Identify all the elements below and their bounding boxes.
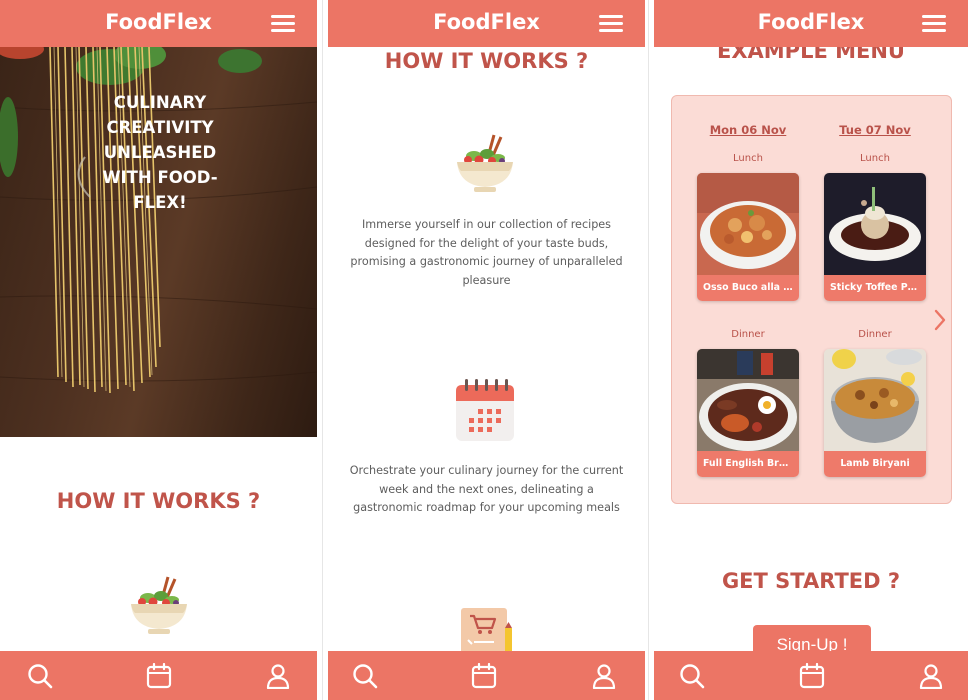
meal-label-lunch: Lunch (860, 153, 890, 164)
calendar-icon[interactable] (471, 663, 497, 689)
meal-label-dinner: Dinner (731, 329, 765, 340)
meal-label-lunch: Lunch (733, 153, 763, 164)
day-header-mon[interactable]: Mon 06 Nov (693, 123, 803, 137)
search-icon[interactable] (679, 663, 705, 689)
meal-label-dinner: Dinner (858, 329, 892, 340)
shopping-list-icon (461, 608, 512, 656)
brand-logo[interactable]: FoodFlex (0, 10, 317, 34)
search-icon[interactable] (27, 663, 53, 689)
calendar-illustration-icon (456, 379, 514, 441)
salad-bowl-icon (457, 134, 513, 192)
top-app-bar: FoodFlex (654, 0, 968, 47)
dish-photo (824, 349, 926, 453)
dish-photo (697, 173, 799, 277)
dish-name: Sticky Toffee Pu... (824, 275, 926, 301)
dish-photo (824, 173, 926, 277)
screen-how-it-works: FoodFlex HOW IT WORKS ? Immerse yourself… (328, 0, 645, 700)
calendar-icon[interactable] (799, 663, 825, 689)
hamburger-icon[interactable] (271, 15, 295, 32)
dish-card-osso-buco[interactable]: Osso Buco alla ... (697, 173, 799, 301)
user-icon[interactable] (918, 663, 944, 689)
dish-name: Full English Brea... (697, 451, 799, 477)
hamburger-icon[interactable] (922, 15, 946, 32)
brand-logo[interactable]: FoodFlex (654, 10, 968, 34)
dish-card-full-english[interactable]: Full English Brea... (697, 349, 799, 477)
top-app-bar: FoodFlex (328, 0, 645, 47)
hamburger-icon[interactable] (599, 15, 623, 32)
screen-example-menu: EXAMPLE MENU FoodFlex Mon 06 Nov Lunch O (654, 0, 968, 700)
step-recipes-description: Immerse yourself in our collection of re… (350, 218, 623, 287)
dish-name: Lamb Biryani (824, 451, 926, 477)
screen-home: FoodFlex CULINARY CREATIVITY UNLEASHED W… (0, 0, 317, 700)
user-icon[interactable] (265, 663, 291, 689)
hero-title: CULINARY CREATIVITY UNLEASHED WITH FOOD-… (102, 93, 218, 212)
bottom-nav-bar (328, 651, 645, 700)
calendar-icon[interactable] (146, 663, 172, 689)
dish-name: Osso Buco alla ... (697, 275, 799, 301)
search-icon[interactable] (352, 663, 378, 689)
section-title-get-started: GET STARTED ? (721, 569, 901, 593)
hero-banner: CULINARY CREATIVITY UNLEASHED WITH FOOD-… (0, 47, 317, 437)
brand-logo[interactable]: FoodFlex (328, 10, 645, 34)
bottom-nav-bar (654, 651, 968, 700)
screen-divider (648, 0, 649, 700)
top-app-bar: FoodFlex (0, 0, 317, 47)
chevron-right-icon[interactable] (933, 308, 947, 332)
section-title-how-it-works: HOW IT WORKS ? (56, 489, 261, 513)
day-header-tue[interactable]: Tue 07 Nov (820, 123, 930, 137)
dish-photo (697, 349, 799, 453)
salad-bowl-icon (131, 576, 187, 634)
dish-card-lamb-biryani[interactable]: Lamb Biryani (824, 349, 926, 477)
user-icon[interactable] (591, 663, 617, 689)
step-planning-description: Orchestrate your culinary journey for th… (349, 464, 624, 514)
dish-card-sticky-toffee[interactable]: Sticky Toffee Pu... (824, 173, 926, 301)
example-menu-card: Mon 06 Nov Lunch Osso Buco alla ... Dinn… (671, 95, 952, 504)
screen-divider (322, 0, 323, 700)
bottom-nav-bar (0, 651, 317, 700)
section-title-how-it-works: HOW IT WORKS ? (384, 49, 589, 73)
